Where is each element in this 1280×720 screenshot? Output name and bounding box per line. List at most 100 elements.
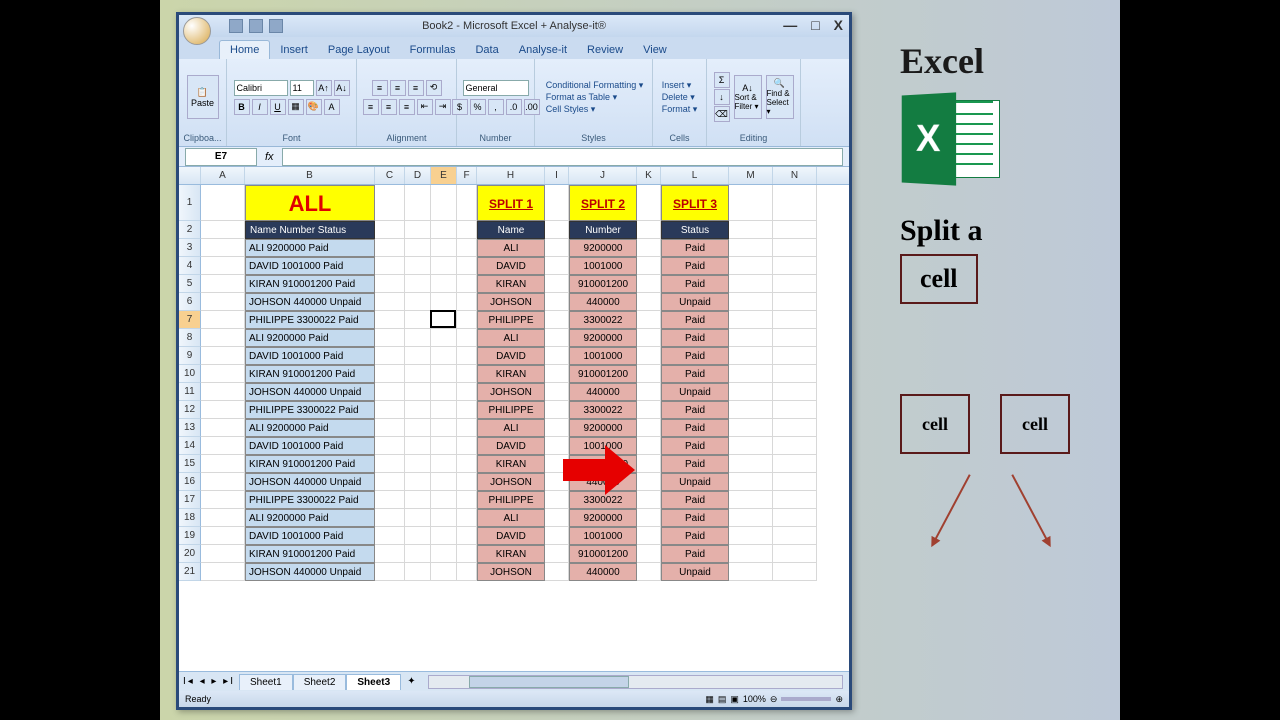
cell[interactable]	[405, 275, 431, 293]
cell[interactable]: Unpaid	[661, 293, 729, 311]
cell[interactable]	[431, 527, 457, 545]
cell[interactable]	[773, 221, 817, 239]
cell[interactable]: Paid	[661, 401, 729, 419]
cell[interactable]	[773, 545, 817, 563]
cell[interactable]: JOHSON	[477, 563, 545, 581]
cell[interactable]	[773, 185, 817, 221]
cell[interactable]	[431, 275, 457, 293]
cell[interactable]	[637, 347, 661, 365]
cell[interactable]	[457, 401, 477, 419]
cell[interactable]	[201, 563, 245, 581]
row-header-12[interactable]: 12	[179, 401, 201, 419]
cell[interactable]: DAVID	[477, 437, 545, 455]
column-header-F[interactable]: F	[457, 167, 477, 184]
cell[interactable]: 9200000	[569, 329, 637, 347]
cell[interactable]	[375, 239, 405, 257]
cell[interactable]: DAVID 1001000 Paid	[245, 257, 375, 275]
zoom-in-icon[interactable]: ⊕	[835, 694, 843, 705]
cell[interactable]: 3300022	[569, 311, 637, 329]
cell[interactable]: JOHSON 440000 Unpaid	[245, 293, 375, 311]
cell[interactable]	[375, 437, 405, 455]
sheet-tab-sheet3[interactable]: Sheet3	[346, 674, 401, 690]
cell[interactable]: Name	[477, 221, 545, 239]
cell[interactable]	[201, 419, 245, 437]
cell[interactable]: KIRAN	[477, 545, 545, 563]
cell[interactable]	[729, 473, 773, 491]
cell[interactable]	[729, 275, 773, 293]
cell[interactable]: Name Number Status	[245, 221, 375, 239]
cell[interactable]	[375, 473, 405, 491]
cell[interactable]	[201, 257, 245, 275]
cell[interactable]	[201, 311, 245, 329]
cell[interactable]: KIRAN	[477, 455, 545, 473]
cell[interactable]	[431, 509, 457, 527]
fill-icon[interactable]: ↓	[714, 89, 730, 105]
cell[interactable]	[201, 185, 245, 221]
cell[interactable]	[201, 365, 245, 383]
align-center-icon[interactable]: ≡	[381, 99, 397, 115]
cell[interactable]	[405, 491, 431, 509]
ribbon-tab-insert[interactable]: Insert	[270, 41, 318, 59]
cell[interactable]	[457, 275, 477, 293]
cell[interactable]: Paid	[661, 437, 729, 455]
cell[interactable]	[637, 239, 661, 257]
cell[interactable]: Paid	[661, 257, 729, 275]
cell[interactable]	[729, 455, 773, 473]
row-header-7[interactable]: 7	[179, 311, 201, 329]
cell[interactable]	[773, 401, 817, 419]
cell[interactable]	[545, 185, 569, 221]
cell[interactable]	[405, 473, 431, 491]
insert-cells-button[interactable]: Insert ▾	[662, 80, 692, 91]
cell[interactable]	[405, 311, 431, 329]
column-header-M[interactable]: M	[729, 167, 773, 184]
column-header-D[interactable]: D	[405, 167, 431, 184]
cell[interactable]	[545, 401, 569, 419]
cell[interactable]	[457, 437, 477, 455]
name-box[interactable]: E7	[185, 148, 257, 166]
cell[interactable]	[431, 293, 457, 311]
column-header-H[interactable]: H	[477, 167, 545, 184]
orientation-icon[interactable]: ⟲	[426, 80, 442, 96]
cell[interactable]	[729, 401, 773, 419]
cell[interactable]: ALI 9200000 Paid	[245, 239, 375, 257]
cell[interactable]	[405, 365, 431, 383]
zoom-slider[interactable]	[781, 697, 831, 701]
cell[interactable]	[405, 383, 431, 401]
view-page-icon[interactable]: ▤	[718, 694, 727, 705]
cell[interactable]	[457, 563, 477, 581]
cell[interactable]: 910001200	[569, 545, 637, 563]
cell[interactable]	[201, 401, 245, 419]
row-header-11[interactable]: 11	[179, 383, 201, 401]
fx-icon[interactable]: fx	[265, 151, 274, 163]
delete-cells-button[interactable]: Delete ▾	[662, 92, 695, 103]
italic-button[interactable]: I	[252, 99, 268, 115]
cell[interactable]	[729, 383, 773, 401]
cell[interactable]	[375, 527, 405, 545]
row-header-3[interactable]: 3	[179, 239, 201, 257]
cell[interactable]	[405, 401, 431, 419]
cell[interactable]	[405, 329, 431, 347]
cell[interactable]	[545, 275, 569, 293]
cell[interactable]: 440000	[569, 383, 637, 401]
paste-button[interactable]: 📋Paste	[187, 75, 219, 119]
cell[interactable]	[457, 545, 477, 563]
cell[interactable]	[405, 563, 431, 581]
cell[interactable]	[201, 545, 245, 563]
cell[interactable]	[405, 509, 431, 527]
cell[interactable]	[773, 383, 817, 401]
align-right-icon[interactable]: ≡	[399, 99, 415, 115]
cell[interactable]	[729, 311, 773, 329]
cell[interactable]	[457, 221, 477, 239]
format-as-table-button[interactable]: Format as Table ▾	[546, 92, 617, 103]
cell[interactable]: PHILIPPE 3300022 Paid	[245, 491, 375, 509]
horizontal-scrollbar[interactable]	[428, 675, 843, 689]
cell[interactable]	[375, 329, 405, 347]
cell[interactable]	[773, 293, 817, 311]
cell[interactable]: JOHSON	[477, 383, 545, 401]
cell[interactable]	[431, 383, 457, 401]
cell[interactable]	[201, 221, 245, 239]
cell[interactable]: Unpaid	[661, 563, 729, 581]
align-bot-icon[interactable]: ≡	[408, 80, 424, 96]
cell[interactable]	[457, 347, 477, 365]
cell[interactable]	[431, 419, 457, 437]
